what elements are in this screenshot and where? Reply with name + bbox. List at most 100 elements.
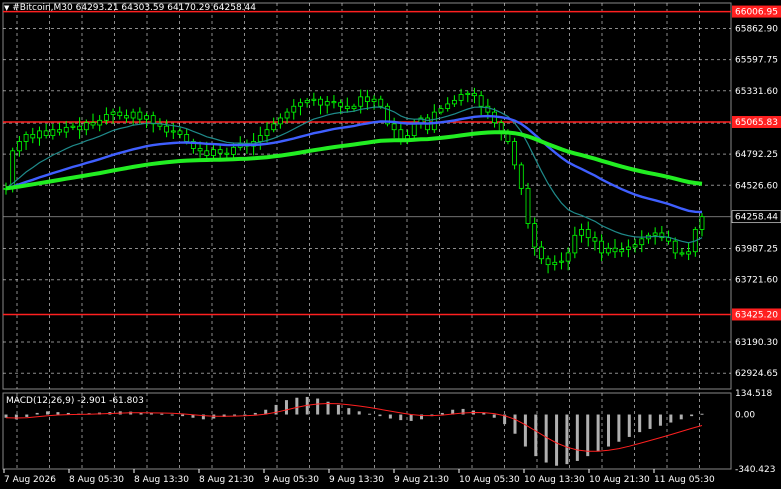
- macd-hist-bar: [336, 404, 340, 415]
- candle-body: [639, 238, 645, 246]
- candle: [625, 239, 631, 258]
- candle-body: [458, 94, 464, 101]
- time-tick-label: 8 Aug 21:30: [199, 475, 254, 485]
- price-tick-label: 64526.60: [735, 181, 778, 191]
- macd-hist-bar: [316, 398, 320, 415]
- macd-hist-bar: [523, 414, 527, 447]
- candle: [478, 90, 484, 116]
- price-tick-label: 63987.25: [735, 245, 778, 255]
- candle-body: [552, 261, 558, 266]
- moving-average-line: [5, 130, 703, 191]
- candle-body: [63, 126, 69, 133]
- candle-body: [465, 92, 471, 95]
- time-tick-label: 8 Aug 13:30: [134, 475, 189, 485]
- time-tick-label: 8 Aug 05:30: [69, 475, 124, 485]
- candle: [43, 123, 49, 139]
- macd-axis: 134.518 0.00 -340.423: [735, 389, 775, 475]
- candle: [50, 123, 56, 140]
- candle: [686, 242, 692, 261]
- macd-hist-bar: [388, 414, 392, 419]
- candle-body: [472, 92, 477, 97]
- candle-body: [277, 117, 283, 125]
- macd-hist-bar: [565, 414, 569, 465]
- macd-hist-bar: [274, 404, 278, 415]
- candle: [177, 127, 183, 139]
- candle-body: [50, 129, 56, 136]
- candle: [512, 137, 518, 170]
- time-tick-label: 10 Aug 21:30: [589, 475, 650, 485]
- horizontal-levels[interactable]: [3, 10, 731, 316]
- candle-body: [324, 101, 330, 106]
- candle-body: [197, 148, 203, 152]
- candle: [559, 252, 564, 270]
- candle-body: [371, 98, 377, 102]
- candle-body: [378, 98, 384, 107]
- macd-hist-bar: [14, 414, 18, 420]
- candle-body: [77, 125, 83, 131]
- price-tick-label: 63190.30: [735, 338, 778, 348]
- moving-average-line: [5, 114, 703, 214]
- chart-window[interactable]: 65862.9065597.7565331.6065056.4564792.25…: [0, 0, 781, 489]
- candle-body: [137, 111, 143, 120]
- candle-body: [619, 248, 625, 253]
- candle-body: [351, 105, 357, 109]
- macd-hist-bar: [233, 414, 237, 416]
- symbol-label: #Bitcoin,M30: [12, 3, 73, 13]
- time-tick-label: 10 Aug 05:30: [459, 475, 520, 485]
- candle-body: [257, 135, 263, 142]
- macd-hist-bar: [617, 414, 621, 442]
- candle-body: [391, 123, 397, 131]
- candle-body: [83, 122, 89, 131]
- candle: [418, 115, 424, 129]
- macd-hist-bar: [170, 414, 174, 416]
- price-axis: 65862.9065597.7565331.6065056.4564792.25…: [731, 5, 781, 379]
- macd-tick-label: -340.423: [735, 465, 775, 475]
- candle-body: [572, 234, 578, 254]
- candle-body: [124, 115, 129, 119]
- candle-body: [451, 99, 457, 105]
- candle-body: [605, 247, 611, 254]
- price-tick-label: 63721.60: [735, 276, 778, 286]
- macd-hist-bar: [513, 414, 517, 434]
- time-tick-label: 11 Aug 05:30: [654, 475, 715, 485]
- candle: [679, 248, 685, 257]
- candle: [117, 106, 123, 120]
- candle: [498, 119, 504, 141]
- macd-hist-bar: [700, 413, 704, 415]
- candle: [311, 92, 317, 106]
- price-tick-label: 65331.60: [735, 87, 778, 97]
- candle-body: [311, 98, 317, 101]
- macd-hist-bar: [368, 413, 372, 415]
- candle-body: [686, 251, 692, 255]
- candle-body: [170, 130, 176, 133]
- candle: [150, 111, 156, 133]
- candle: [344, 97, 350, 113]
- macd-hist-bar: [627, 414, 631, 437]
- candle: [30, 127, 36, 144]
- candle: [271, 117, 277, 133]
- price-tick-label: 65862.90: [735, 24, 778, 34]
- candle-body: [344, 105, 350, 109]
- candle-body: [358, 96, 364, 107]
- candle-body: [184, 134, 190, 142]
- candles: [3, 87, 705, 274]
- candle: [646, 232, 651, 244]
- macd-hist-bar: [284, 400, 288, 415]
- candle-body: [298, 102, 303, 107]
- candle-body: [70, 125, 76, 128]
- candle-body: [224, 152, 230, 155]
- macd-hist-bar: [357, 411, 361, 415]
- candle: [77, 117, 83, 139]
- candle-body: [103, 114, 109, 121]
- candle: [57, 122, 62, 136]
- candle: [385, 103, 390, 127]
- candle: [451, 95, 457, 108]
- dropdown-triangle-icon[interactable]: ▼: [4, 4, 9, 12]
- candle-body: [97, 119, 103, 126]
- chart-canvas[interactable]: 65862.9065597.7565331.6065056.4564792.25…: [0, 0, 781, 489]
- candle: [23, 131, 29, 150]
- moving-averages: [5, 106, 703, 244]
- candle: [545, 255, 551, 274]
- candle-body: [331, 101, 337, 104]
- candle-body: [545, 258, 551, 266]
